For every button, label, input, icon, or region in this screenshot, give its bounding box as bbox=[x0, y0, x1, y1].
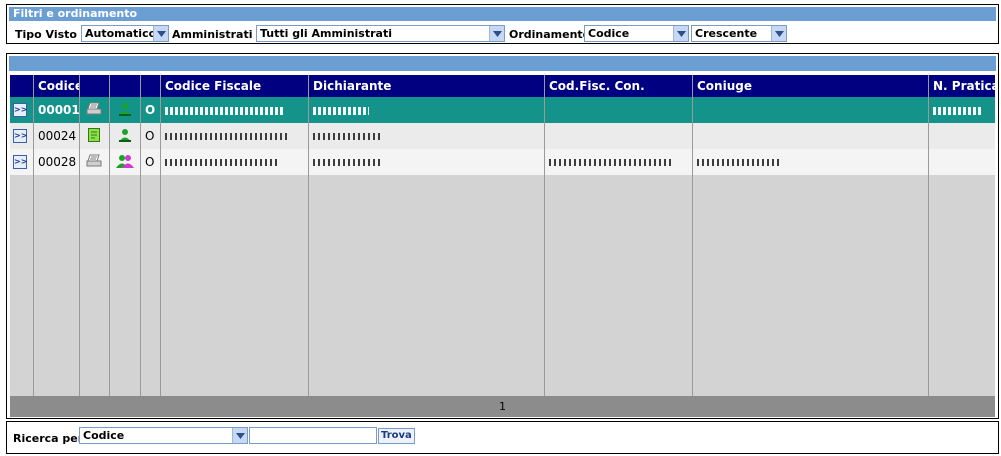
row-coniuge bbox=[693, 149, 929, 175]
trova-button[interactable]: Trova bbox=[378, 428, 415, 444]
table-row[interactable]: >> 00028 O bbox=[10, 149, 995, 175]
filters-panel: Filtri e ordinamento Tipo Visto : Automa… bbox=[6, 4, 999, 44]
row-nav-cell: >> bbox=[10, 123, 34, 149]
grid-header: Codice Codice Fiscale Dichiarante Cod.Fi… bbox=[10, 75, 995, 97]
redacted-text bbox=[313, 159, 383, 166]
header-codice-fiscale[interactable]: Codice Fiscale bbox=[161, 75, 309, 97]
search-input[interactable] bbox=[249, 427, 377, 444]
page-number-link[interactable]: 1 bbox=[499, 400, 506, 413]
redacted-text bbox=[313, 133, 381, 140]
grid-panel: Codice Codice Fiscale Dichiarante Cod.Fi… bbox=[6, 53, 999, 419]
direzione-value: Crescente bbox=[695, 27, 758, 40]
header-coniuge[interactable]: Coniuge bbox=[693, 75, 929, 97]
amministrati-label: Amministrati : bbox=[172, 28, 261, 41]
row-cod-fisc-con bbox=[545, 123, 693, 149]
row-codice: 00028 bbox=[34, 149, 80, 175]
row-doc-cell bbox=[80, 149, 110, 175]
row-person-cell bbox=[110, 97, 141, 123]
row-person-cell bbox=[110, 149, 141, 175]
row-doc-cell bbox=[80, 97, 110, 123]
row-open-button[interactable]: >> bbox=[13, 103, 27, 117]
printer-icon[interactable] bbox=[86, 154, 102, 168]
header-cod-fisc-con[interactable]: Cod.Fisc. Con. bbox=[545, 75, 693, 97]
row-codice-fiscale bbox=[161, 149, 309, 175]
row-nav-cell: >> bbox=[10, 97, 34, 123]
row-coniuge bbox=[693, 123, 929, 149]
row-nav-cell: >> bbox=[10, 149, 34, 175]
row-tipo: O bbox=[141, 97, 161, 123]
header-nav bbox=[10, 75, 34, 97]
row-dichiarante bbox=[309, 149, 545, 175]
tipo-visto-select[interactable]: Automatico bbox=[81, 25, 169, 42]
single-person-icon bbox=[119, 103, 131, 116]
header-dichiarante[interactable]: Dichiarante bbox=[309, 75, 545, 97]
redacted-text bbox=[933, 106, 981, 115]
row-coniuge bbox=[693, 97, 929, 123]
ordinamento-value: Codice bbox=[588, 27, 630, 40]
table-row[interactable]: >> 00001 O bbox=[10, 97, 995, 123]
direzione-select[interactable]: Crescente bbox=[691, 25, 787, 42]
search-panel: Ricerca per Codice Trova bbox=[6, 421, 999, 454]
row-n-pratica bbox=[929, 97, 995, 123]
row-person-cell bbox=[110, 123, 141, 149]
row-cod-fisc-con bbox=[545, 97, 693, 123]
chevron-down-icon[interactable] bbox=[489, 26, 504, 41]
filters-title: Filtri e ordinamento bbox=[9, 7, 996, 21]
row-n-pratica bbox=[929, 123, 995, 149]
single-person-icon bbox=[119, 129, 131, 142]
printer-icon[interactable] bbox=[86, 102, 102, 116]
row-cod-fisc-con bbox=[545, 149, 693, 175]
ordinamento-select[interactable]: Codice bbox=[584, 25, 689, 42]
header-tipo bbox=[141, 75, 161, 97]
search-field-select[interactable]: Codice bbox=[79, 427, 248, 444]
redacted-text bbox=[165, 133, 289, 140]
row-codice: 00001 bbox=[34, 97, 80, 123]
document-green-icon[interactable] bbox=[88, 128, 100, 142]
redacted-text bbox=[697, 159, 781, 166]
redacted-text bbox=[313, 106, 369, 115]
tipo-visto-label: Tipo Visto : bbox=[15, 28, 86, 41]
table-row[interactable]: >> 00024 O bbox=[10, 123, 995, 149]
redacted-text bbox=[165, 106, 283, 115]
row-open-button[interactable]: >> bbox=[13, 155, 27, 169]
results-grid: Codice Codice Fiscale Dichiarante Cod.Fi… bbox=[10, 75, 995, 417]
redacted-text bbox=[549, 159, 673, 166]
search-field-value: Codice bbox=[83, 429, 125, 442]
pager: 1 bbox=[10, 396, 995, 417]
row-dichiarante bbox=[309, 123, 545, 149]
header-person bbox=[110, 75, 141, 97]
row-codice-fiscale bbox=[161, 123, 309, 149]
chevron-down-icon[interactable] bbox=[153, 26, 168, 41]
row-codice: 00024 bbox=[34, 123, 80, 149]
grid-top-bar bbox=[9, 56, 996, 71]
header-n-pratica[interactable]: N. Pratica bbox=[929, 75, 995, 97]
couple-icon bbox=[116, 155, 134, 168]
row-tipo: O bbox=[141, 149, 161, 175]
header-codice[interactable]: Codice bbox=[34, 75, 80, 97]
chevron-down-icon[interactable] bbox=[771, 26, 786, 41]
row-dichiarante bbox=[309, 97, 545, 123]
row-n-pratica bbox=[929, 149, 995, 175]
amministrati-value: Tutti gli Amministrati bbox=[260, 27, 392, 40]
ordinamento-label: Ordinamento bbox=[509, 28, 591, 41]
search-label: Ricerca per bbox=[13, 432, 84, 445]
row-doc-cell bbox=[80, 123, 110, 149]
chevron-down-icon[interactable] bbox=[232, 428, 247, 443]
row-tipo: O bbox=[141, 123, 161, 149]
chevron-down-icon[interactable] bbox=[673, 26, 688, 41]
header-doc bbox=[80, 75, 110, 97]
tipo-visto-value: Automatico bbox=[85, 27, 157, 40]
row-open-button[interactable]: >> bbox=[13, 129, 27, 143]
row-codice-fiscale bbox=[161, 97, 309, 123]
redacted-text bbox=[165, 159, 277, 166]
amministrati-select[interactable]: Tutti gli Amministrati bbox=[256, 25, 505, 42]
